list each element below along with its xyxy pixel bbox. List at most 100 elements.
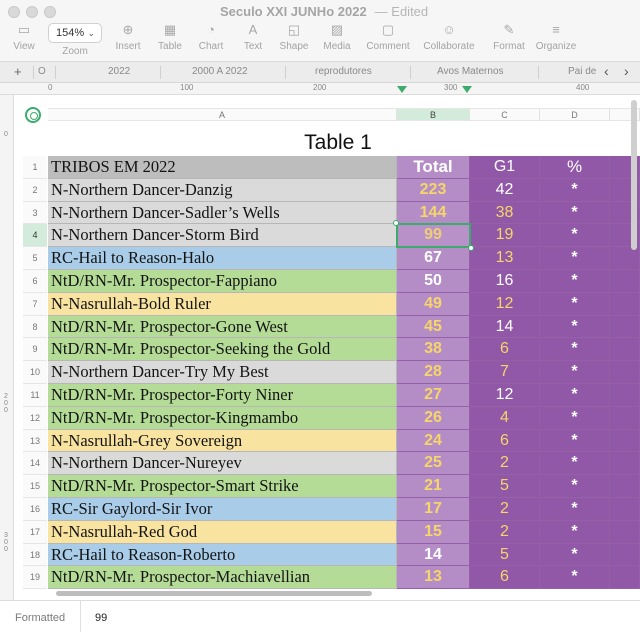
table-cell-total[interactable]: 67 bbox=[397, 247, 470, 270]
table-cell-name[interactable]: N-Northern Dancer-Try My Best bbox=[48, 361, 397, 384]
row-header[interactable]: 8 bbox=[23, 315, 47, 339]
table-cell-g1[interactable]: 2 bbox=[470, 520, 540, 544]
empty-cell[interactable] bbox=[610, 338, 640, 362]
table-cell-g1[interactable]: 14 bbox=[470, 315, 540, 339]
table-cell-g1[interactable]: 6 bbox=[470, 338, 540, 362]
empty-cell[interactable] bbox=[610, 498, 640, 521]
formatted-value[interactable]: 99 bbox=[95, 612, 107, 624]
table-cell-g1[interactable]: 12 bbox=[470, 292, 540, 316]
empty-cell[interactable] bbox=[610, 406, 640, 430]
table-cell-name[interactable]: N-Nasrullah-Bold Ruler bbox=[48, 292, 397, 316]
table-cell-pct[interactable]: * bbox=[540, 338, 610, 362]
row-header[interactable]: 9 bbox=[23, 338, 47, 362]
table-cell-total[interactable]: 28 bbox=[397, 361, 470, 384]
table-cell-total[interactable]: 38 bbox=[397, 338, 470, 362]
row-header[interactable]: 16 bbox=[23, 498, 47, 521]
horizontal-scrollbar[interactable] bbox=[56, 591, 372, 596]
table-cell-pct[interactable]: * bbox=[540, 224, 610, 248]
select-all-icon[interactable] bbox=[25, 107, 41, 123]
row-header[interactable]: 2 bbox=[23, 178, 47, 202]
empty-cell[interactable] bbox=[610, 384, 640, 407]
empty-cell[interactable] bbox=[610, 270, 640, 293]
table-cell-name[interactable]: N-Northern Dancer-Storm Bird bbox=[48, 224, 397, 248]
table-cell-total[interactable]: 45 bbox=[397, 315, 470, 339]
table-cell-pct[interactable]: * bbox=[540, 178, 610, 202]
table-cell-g1[interactable]: 42 bbox=[470, 178, 540, 202]
table-cell-g1[interactable]: 2 bbox=[470, 498, 540, 521]
table-cell-name[interactable]: RC-Sir Gaylord-Sir Ivor bbox=[48, 498, 397, 521]
empty-cell[interactable] bbox=[610, 543, 640, 567]
table-cell-name[interactable]: RC-Hail to Reason-Roberto bbox=[48, 543, 397, 567]
table-cell-g1[interactable]: 4 bbox=[470, 406, 540, 430]
table-cell-name[interactable]: N-Northern Dancer-Danzig bbox=[48, 178, 397, 202]
row-header[interactable]: 13 bbox=[23, 429, 47, 453]
table-cell-pct[interactable]: * bbox=[540, 361, 610, 384]
row-header[interactable]: 18 bbox=[23, 543, 47, 567]
zoom-window-button[interactable] bbox=[44, 6, 56, 18]
empty-cell[interactable] bbox=[610, 315, 640, 339]
table-cell-pct[interactable]: * bbox=[540, 270, 610, 293]
row-header[interactable]: 7 bbox=[23, 292, 47, 316]
column-header-c[interactable]: C bbox=[470, 108, 540, 121]
minimize-button[interactable] bbox=[26, 6, 38, 18]
table-cell-total[interactable]: 26 bbox=[397, 406, 470, 430]
row-header[interactable]: 11 bbox=[23, 384, 47, 407]
table-cell-pct[interactable]: * bbox=[540, 247, 610, 270]
table-cell-name[interactable]: N-Nasrullah-Red God bbox=[48, 520, 397, 544]
row-header[interactable]: 15 bbox=[23, 475, 47, 498]
sheet-tab-pai-de[interactable]: Pai de bbox=[568, 66, 596, 77]
selected-cell-outline[interactable] bbox=[396, 223, 471, 249]
row-header[interactable]: 5 bbox=[23, 247, 47, 270]
table-cell-g1[interactable]: 5 bbox=[470, 543, 540, 567]
row-header[interactable]: 6 bbox=[23, 270, 47, 293]
column-header-b[interactable]: B bbox=[397, 108, 470, 121]
table-cell-total[interactable]: 13 bbox=[397, 566, 470, 590]
row-header[interactable]: 12 bbox=[23, 406, 47, 430]
table-cell-pct[interactable]: * bbox=[540, 452, 610, 476]
view-button[interactable]: ▭ View bbox=[0, 22, 54, 52]
row-header[interactable]: 3 bbox=[23, 201, 47, 225]
table-cell-pct[interactable]: * bbox=[540, 543, 610, 567]
table-cell-name[interactable]: NtD/RN-Mr. Prospector-Gone West bbox=[48, 315, 397, 339]
table-cell-total[interactable]: 27 bbox=[397, 384, 470, 407]
chevron-left-icon[interactable]: ‹ bbox=[604, 63, 609, 79]
empty-cell[interactable] bbox=[610, 566, 640, 590]
sheet-tab-0[interactable]: O bbox=[38, 66, 46, 77]
table-cell-total[interactable]: 144 bbox=[397, 201, 470, 225]
table-cell-pct[interactable]: * bbox=[540, 406, 610, 430]
table-cell-name[interactable]: NtD/RN-Mr. Prospector-Smart Strike bbox=[48, 475, 397, 498]
table-cell-pct[interactable]: * bbox=[540, 201, 610, 225]
sheet-tab-2022[interactable]: 2022 bbox=[108, 66, 130, 77]
table-cell-name[interactable]: NtD/RN-Mr. Prospector-Machiavellian bbox=[48, 566, 397, 590]
table-cell-pct[interactable]: * bbox=[540, 315, 610, 339]
row-header[interactable]: 4 bbox=[23, 224, 47, 248]
table-cell-pct[interactable]: * bbox=[540, 292, 610, 316]
table-cell-name[interactable]: NtD/RN-Mr. Prospector-Seeking the Gold bbox=[48, 338, 397, 362]
sheet-tab-avos-maternos[interactable]: Avos Maternos bbox=[437, 66, 504, 77]
empty-cell[interactable] bbox=[610, 292, 640, 316]
table-cell-pct[interactable]: * bbox=[540, 520, 610, 544]
table-cell-g1[interactable]: 7 bbox=[470, 361, 540, 384]
tab-stop-marker-icon[interactable] bbox=[462, 86, 472, 93]
table-cell-name[interactable]: NtD/RN-Mr. Prospector-Fappiano bbox=[48, 270, 397, 293]
sheet-tab-reprodutores[interactable]: reprodutores bbox=[315, 66, 372, 77]
table-cell-total[interactable]: 14 bbox=[397, 543, 470, 567]
vertical-scrollbar[interactable] bbox=[631, 100, 637, 250]
table-cell-g1[interactable]: 2 bbox=[470, 452, 540, 476]
table-cell-name[interactable]: NtD/RN-Mr. Prospector-Kingmambo bbox=[48, 406, 397, 430]
row-header[interactable]: 1 bbox=[23, 156, 47, 179]
table-cell-total[interactable]: 49 bbox=[397, 292, 470, 316]
table-cell-total[interactable]: 223 bbox=[397, 178, 470, 202]
organize-button[interactable]: ≡ Organize bbox=[526, 22, 586, 52]
table-cell-total[interactable]: 15 bbox=[397, 520, 470, 544]
table-cell-name[interactable]: N-Northern Dancer-Nureyev bbox=[48, 452, 397, 476]
empty-cell[interactable] bbox=[610, 520, 640, 544]
zoom-dropdown[interactable]: 154% ⌄ bbox=[48, 23, 102, 43]
table-cell-pct[interactable]: * bbox=[540, 566, 610, 590]
table-cell-total[interactable]: 24 bbox=[397, 429, 470, 453]
table-cell-total[interactable]: 25 bbox=[397, 452, 470, 476]
empty-cell[interactable] bbox=[610, 247, 640, 270]
table-cell-total[interactable]: 17 bbox=[397, 498, 470, 521]
table-cell-g1[interactable]: 6 bbox=[470, 566, 540, 590]
row-header[interactable]: 10 bbox=[23, 361, 47, 384]
